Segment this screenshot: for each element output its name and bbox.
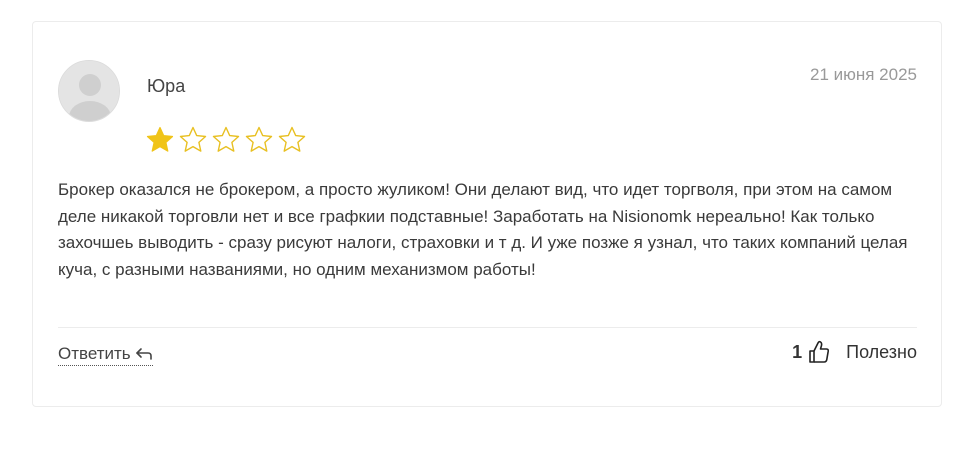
helpful-block: 1 Полезно [792, 340, 917, 364]
star-empty-icon [212, 126, 240, 152]
reply-label: Ответить [58, 344, 131, 363]
reply-arrow-icon [135, 348, 152, 360]
helpful-button[interactable]: Полезно [846, 342, 917, 363]
star-empty-icon [245, 126, 273, 152]
star-empty-icon [179, 126, 207, 152]
review-text: Брокер оказался не брокером, а просто жу… [58, 180, 908, 279]
star-filled-icon [146, 126, 174, 152]
user-placeholder-icon [59, 61, 119, 121]
avatar [58, 60, 120, 122]
review-card: Юра 21 июня 2025 Брокер оказался не брок… [32, 21, 942, 407]
helpful-count: 1 [792, 341, 803, 362]
rating-stars [145, 125, 307, 155]
divider [58, 327, 917, 328]
review-date: 21 июня 2025 [809, 65, 917, 84]
reply-button[interactable]: Ответить [58, 344, 153, 366]
star-empty-icon [278, 126, 306, 152]
thumbs-up-icon[interactable] [808, 340, 830, 364]
review-author: Юра [147, 76, 186, 96]
